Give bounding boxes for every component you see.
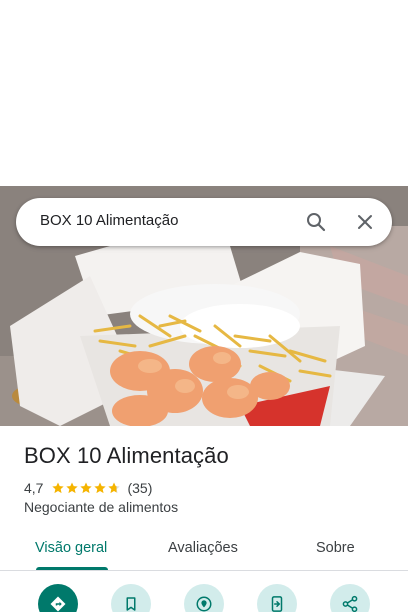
review-count[interactable]: (35)	[127, 480, 152, 496]
save-button[interactable]	[111, 584, 151, 612]
tab-overview[interactable]: Visão geral	[35, 540, 107, 556]
send-to-phone-icon	[271, 596, 283, 612]
tab-bar: Visão geral Avaliações Sobre	[0, 530, 408, 571]
tab-reviews[interactable]: Avaliações	[168, 540, 238, 556]
share-icon	[342, 595, 358, 612]
directions-button[interactable]	[38, 584, 78, 612]
place-category: Negociante de alimentos	[24, 499, 179, 515]
close-icon[interactable]	[353, 210, 377, 234]
tab-about[interactable]: Sobre	[316, 540, 355, 556]
rating-value: 4,7	[24, 480, 44, 496]
nearby-button[interactable]	[184, 584, 224, 612]
action-buttons	[0, 584, 408, 612]
bookmark-icon	[126, 597, 136, 611]
map-area-blank	[0, 0, 408, 186]
nearby-icon	[196, 596, 212, 612]
directions-icon	[50, 596, 66, 612]
star-icon	[80, 482, 93, 494]
search-icon[interactable]	[304, 210, 328, 234]
star-icon	[52, 482, 65, 494]
star-icon	[66, 482, 79, 494]
star-rating	[51, 481, 121, 495]
send-to-phone-button[interactable]	[257, 584, 297, 612]
star-icon	[94, 482, 107, 494]
search-bar[interactable]: BOX 10 Alimentação	[16, 198, 392, 246]
active-tab-indicator	[36, 567, 108, 570]
search-input[interactable]: BOX 10 Alimentação	[40, 212, 178, 229]
star-half-icon	[108, 482, 121, 494]
rating-row[interactable]: 4,7 (35)	[24, 479, 152, 497]
share-button[interactable]	[330, 584, 370, 612]
place-title: BOX 10 Alimentação	[24, 443, 229, 468]
